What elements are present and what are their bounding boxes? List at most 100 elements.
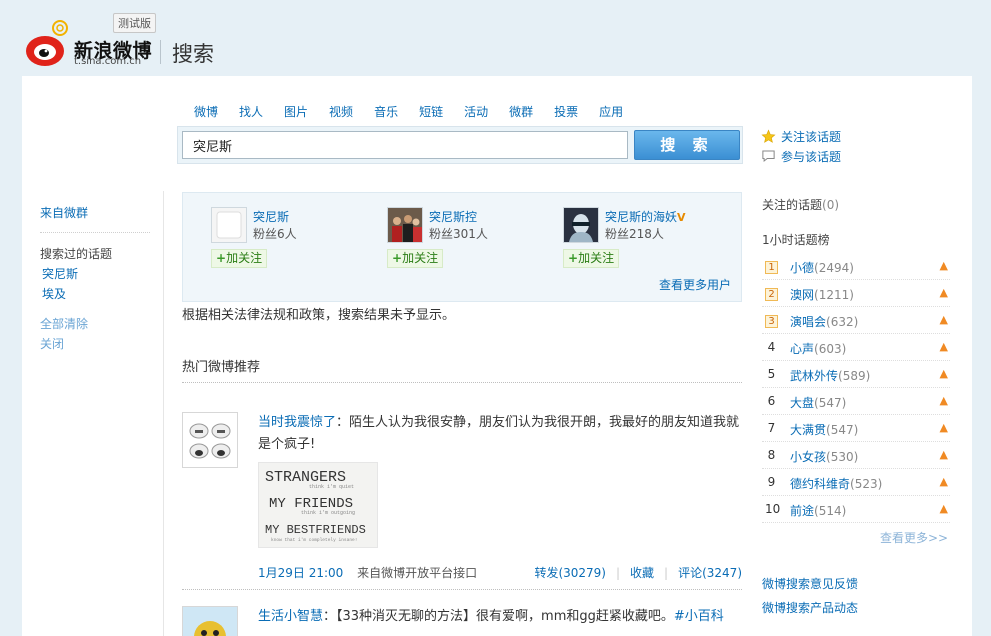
searched-topic-egypt[interactable]: 埃及 bbox=[42, 285, 78, 305]
nav-votes[interactable]: 投票 bbox=[554, 103, 578, 120]
topic-actions: 关注该话题 参与该话题 bbox=[760, 126, 841, 166]
feed-topic-tag[interactable]: #小百科 bbox=[674, 609, 724, 624]
search-feedback-link[interactable]: 微博搜索意见反馈 bbox=[762, 575, 858, 592]
trend-up-icon: ▲ bbox=[939, 340, 948, 353]
image-line: know that i'm completely insane! bbox=[271, 537, 357, 543]
join-topic-label: 参与该话题 bbox=[781, 149, 842, 164]
follow-button[interactable]: +加关注 bbox=[563, 249, 620, 268]
rank-keyword[interactable]: 小女孩(530) bbox=[790, 448, 858, 465]
favorite-link[interactable]: 收藏 bbox=[630, 566, 654, 580]
rank-keyword[interactable]: 演唱会(632) bbox=[790, 313, 858, 330]
join-topic-link[interactable]: 参与该话题 bbox=[760, 146, 841, 166]
header: 新浪微博 t.sina.com.cn 测试版 搜索 bbox=[0, 0, 991, 76]
nav-weibo[interactable]: 微博 bbox=[194, 103, 218, 120]
feed-image[interactable]: STRANGERS think i'm quiet MY FRIENDS thi… bbox=[258, 462, 378, 548]
searched-topic-tunisia[interactable]: 突尼斯 bbox=[42, 265, 78, 285]
cartoon-avatar-icon[interactable] bbox=[182, 606, 238, 636]
search-product-news-link[interactable]: 微博搜索产品动态 bbox=[762, 599, 858, 616]
rank-keyword[interactable]: 德约科维奇(523) bbox=[790, 475, 882, 492]
hourly-rank-title: 1小时话题榜 bbox=[762, 233, 830, 247]
user-name[interactable]: 突尼斯 bbox=[253, 208, 289, 225]
feed-actions: 转发(30279) | 收藏 | 评论(3247) bbox=[534, 564, 742, 581]
followed-topics: 关注的话题(0) bbox=[762, 198, 840, 212]
nav-video[interactable]: 视频 bbox=[329, 103, 353, 120]
rank-item: 8 小女孩(530) ▲ bbox=[762, 442, 950, 469]
crowd-photo-avatar-icon[interactable] bbox=[387, 207, 423, 243]
feed-meta: 1月29日 21:00 来自微博开放平台接口 转发(30279) | 收藏 | 评论(3… bbox=[258, 564, 742, 581]
feed-author[interactable]: 当时我震惊了 bbox=[258, 415, 336, 430]
rank-keyword[interactable]: 澳网(1211) bbox=[790, 286, 854, 303]
rank-number: 8 bbox=[767, 448, 776, 462]
filtered-notice: 根据相关法律法规和政策，搜索结果未予显示。 bbox=[182, 308, 456, 323]
trend-up-icon: ▲ bbox=[939, 286, 948, 299]
nav-apps[interactable]: 应用 bbox=[599, 103, 623, 120]
rank-keyword[interactable]: 前途(514) bbox=[790, 502, 846, 519]
search-button[interactable]: 搜 索 bbox=[634, 130, 740, 160]
trend-up-icon: ▲ bbox=[939, 394, 948, 407]
rank-keyword[interactable]: 大满贯(547) bbox=[790, 421, 858, 438]
search-input[interactable] bbox=[182, 131, 628, 159]
rank-number: 2 bbox=[765, 288, 778, 301]
follow-topic-label: 关注该话题 bbox=[781, 129, 842, 144]
close-link[interactable]: 关闭 bbox=[40, 335, 64, 352]
user-card: 突尼斯 粉丝6人 +加关注 bbox=[211, 207, 381, 277]
separator: | bbox=[615, 566, 621, 580]
feed-divider bbox=[182, 589, 742, 590]
comment-link[interactable]: 评论(3247) bbox=[678, 566, 742, 580]
rank-number: 7 bbox=[767, 421, 776, 435]
verified-icon: V bbox=[677, 211, 686, 224]
trend-up-icon: ▲ bbox=[939, 448, 948, 461]
searched-topics-list: 突尼斯 埃及 bbox=[42, 265, 78, 305]
speech-bubble-icon bbox=[760, 148, 776, 164]
feed-time[interactable]: 1月29日 21:00 bbox=[258, 566, 343, 580]
feed-text: 当时我震惊了：陌生人认为我很安静，朋友们认为我很开朗，我最好的朋友知道我就是个疯… bbox=[258, 415, 740, 452]
nav-find-people[interactable]: 找人 bbox=[239, 103, 263, 120]
user-name[interactable]: 突尼斯的海妖V bbox=[605, 208, 686, 225]
nav-music[interactable]: 音乐 bbox=[374, 103, 398, 120]
rank-item: 2 澳网(1211) ▲ bbox=[762, 280, 950, 307]
cartoon-faces-avatar-icon[interactable] bbox=[182, 412, 238, 468]
nav-images[interactable]: 图片 bbox=[284, 103, 308, 120]
clear-all-link[interactable]: 全部清除 bbox=[40, 315, 88, 332]
image-line: think i'm quiet bbox=[309, 484, 354, 490]
trend-up-icon: ▲ bbox=[939, 475, 948, 488]
sina-weibo-logo-icon[interactable] bbox=[24, 18, 74, 70]
rank-keyword[interactable]: 心声(603) bbox=[790, 340, 846, 357]
image-line: think i'm outgoing bbox=[301, 510, 355, 516]
user-name[interactable]: 突尼斯控 bbox=[429, 208, 477, 225]
page-title: 搜索 bbox=[172, 42, 214, 66]
rank-item: 7 大满贯(547) ▲ bbox=[762, 415, 950, 442]
follow-button[interactable]: +加关注 bbox=[211, 249, 268, 268]
hot-weibo-title: 热门微博推荐 bbox=[182, 360, 261, 375]
star-icon bbox=[760, 128, 776, 144]
rank-item: 1 小德(2494) ▲ bbox=[762, 253, 950, 280]
user-card: 突尼斯控 粉丝301人 +加关注 bbox=[387, 207, 557, 277]
search-box: 搜 索 bbox=[177, 126, 743, 164]
more-topics-link[interactable]: 查看更多>> bbox=[880, 529, 948, 546]
nav-short-link[interactable]: 短链 bbox=[419, 103, 443, 120]
rank-number: 9 bbox=[767, 475, 776, 489]
rank-keyword[interactable]: 武林外传(589) bbox=[790, 367, 870, 384]
rank-number: 4 bbox=[767, 340, 776, 354]
rank-item: 4 心声(603) ▲ bbox=[762, 334, 950, 361]
rank-number: 1 bbox=[765, 261, 778, 274]
face-photo-avatar-icon[interactable] bbox=[563, 207, 599, 243]
repost-link[interactable]: 转发(30279) bbox=[534, 566, 606, 580]
follow-button[interactable]: +加关注 bbox=[387, 249, 444, 268]
feed-author[interactable]: 生活小智慧 bbox=[258, 609, 323, 624]
nav-events[interactable]: 活动 bbox=[464, 103, 488, 120]
rank-keyword[interactable]: 小德(2494) bbox=[790, 259, 854, 276]
rank-keyword[interactable]: 大盘(547) bbox=[790, 394, 846, 411]
trend-up-icon: ▲ bbox=[939, 502, 948, 515]
left-sidebar: 来自微群 搜索过的话题 突尼斯 埃及 全部清除 关闭 bbox=[22, 191, 164, 636]
more-users-link[interactable]: 查看更多用户 bbox=[659, 276, 731, 293]
blank-avatar-icon[interactable] bbox=[211, 207, 247, 243]
rank-number: 5 bbox=[767, 367, 776, 381]
plus-icon: + bbox=[568, 251, 579, 265]
trend-up-icon: ▲ bbox=[939, 259, 948, 272]
searched-topics-label: 搜索过的话题 bbox=[40, 247, 113, 261]
follow-topic-link[interactable]: 关注该话题 bbox=[760, 126, 841, 146]
nav-groups[interactable]: 微群 bbox=[509, 103, 533, 120]
from-group-link[interactable]: 来自微群 bbox=[40, 204, 88, 221]
feed-source: 来自微博开放平台接口 bbox=[357, 566, 478, 580]
